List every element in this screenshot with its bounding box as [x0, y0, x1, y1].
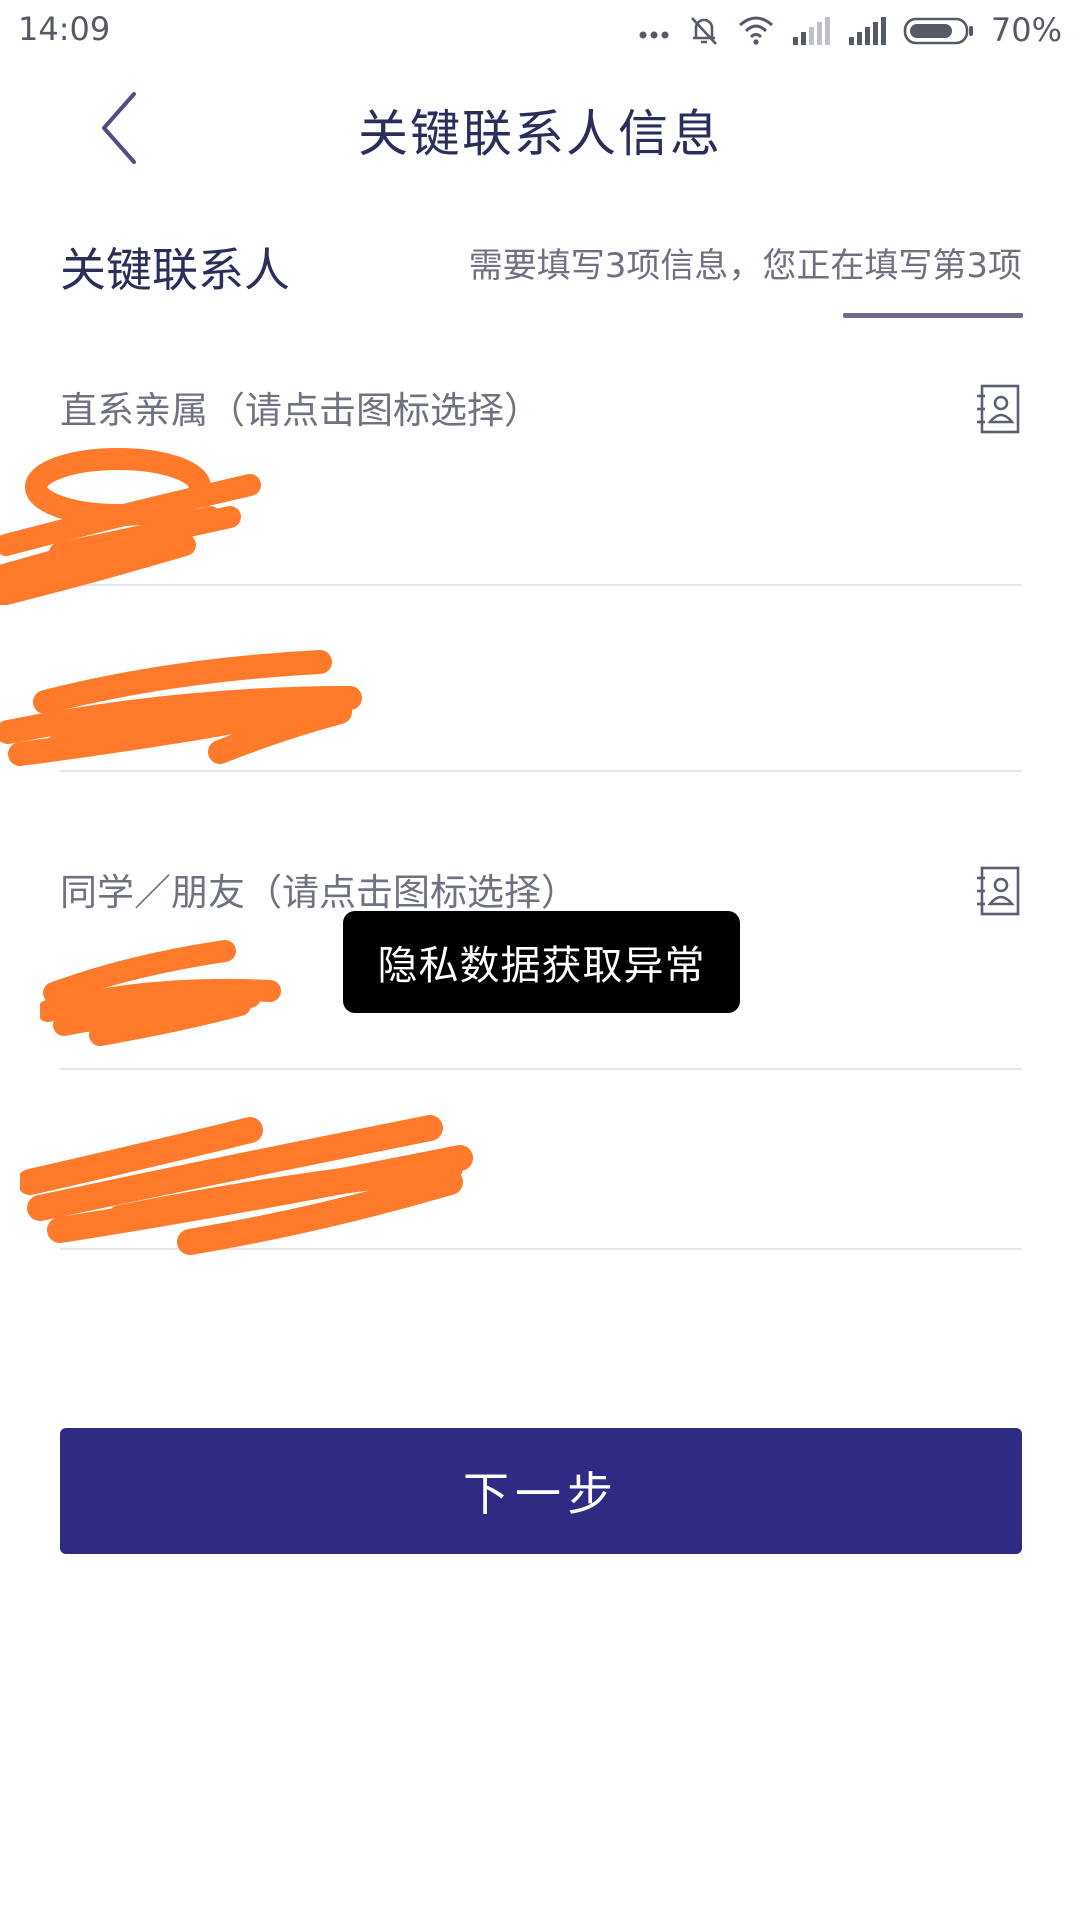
- battery-icon: [903, 13, 975, 47]
- divider: [60, 1248, 1022, 1250]
- friend-contact-picker-button[interactable]: [976, 866, 1020, 916]
- section-hint: 需要填写3项信息，您正在填写第3项: [468, 246, 1022, 286]
- section-title: 关键联系人: [60, 243, 290, 297]
- page-title: 关键联系人信息: [358, 105, 722, 163]
- status-bar: 14:09 70%: [0, 0, 1080, 62]
- error-toast: 隐私数据获取异常: [343, 911, 740, 1013]
- contact-book-icon: [977, 866, 1020, 916]
- status-time: 14:09: [18, 10, 111, 48]
- divider: [60, 770, 1022, 772]
- friend-phone-field[interactable]: [60, 1090, 1022, 1250]
- more-dots-icon: [637, 13, 671, 47]
- wifi-icon: [737, 13, 775, 47]
- signal-strong-icon: [847, 13, 887, 47]
- status-icons: 70%: [637, 8, 1062, 52]
- relative-phone-field[interactable]: [60, 612, 1022, 772]
- next-step-button[interactable]: 下一步: [60, 1428, 1022, 1554]
- friend-group-label: 同学／朋友（请点击图标选择）: [60, 871, 578, 914]
- divider: [60, 584, 1022, 586]
- relative-name-field[interactable]: [60, 426, 1022, 586]
- silent-bell-icon: [687, 13, 721, 47]
- header: 关键联系人信息: [0, 62, 1080, 192]
- progress-indicator: [843, 313, 1023, 318]
- divider: [60, 1068, 1022, 1070]
- signal-weak-icon: [791, 13, 831, 47]
- contact-info-page: 14:09 70% 关键联系人信息 关键联系人 需要填写3项信息，您正在填写第3…: [0, 0, 1080, 1920]
- battery-percent: 70%: [990, 11, 1062, 49]
